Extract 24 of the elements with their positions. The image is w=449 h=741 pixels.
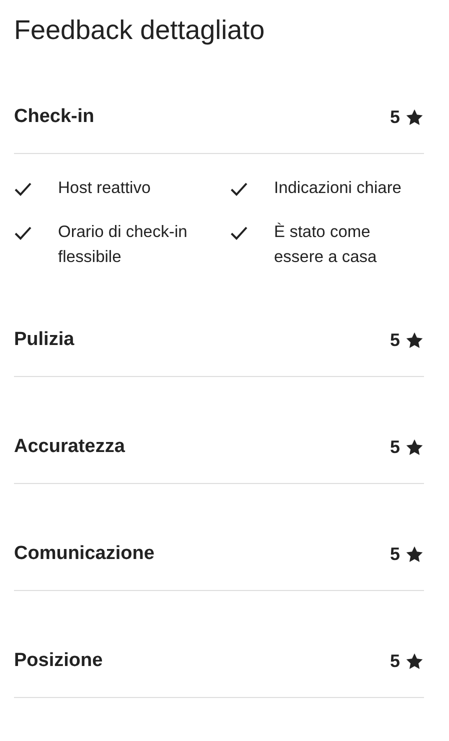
star-icon: [405, 652, 424, 670]
rating-value: 5: [390, 543, 400, 566]
star-icon: [405, 544, 424, 564]
highlight-text: Orario di check-in flessibile: [58, 222, 188, 268]
category-name: Comunicazione: [14, 542, 154, 566]
rating-value: 5: [390, 106, 400, 129]
check-icon: [14, 182, 32, 196]
check-icon: [14, 226, 32, 240]
star-icon: [405, 438, 424, 456]
section-title: Feedback dettagliato: [14, 14, 266, 47]
category-name: Accuratezza: [14, 435, 125, 459]
highlight-text: Indicazioni chiare: [274, 178, 402, 199]
star-icon: [405, 108, 424, 126]
rating-value: 5: [390, 436, 400, 459]
category-name: Posizione: [14, 649, 103, 673]
highlight-text: Host reattivo: [58, 178, 151, 199]
rating-value: 5: [390, 329, 400, 352]
highlight-text: È stato come essere a casa: [274, 222, 378, 268]
check-icon: [230, 182, 248, 196]
rating-value: 5: [390, 650, 400, 673]
star-icon: [405, 330, 424, 350]
category-name: Check-in: [14, 105, 94, 129]
check-icon: [230, 226, 248, 240]
category-name: Pulizia: [14, 328, 74, 352]
